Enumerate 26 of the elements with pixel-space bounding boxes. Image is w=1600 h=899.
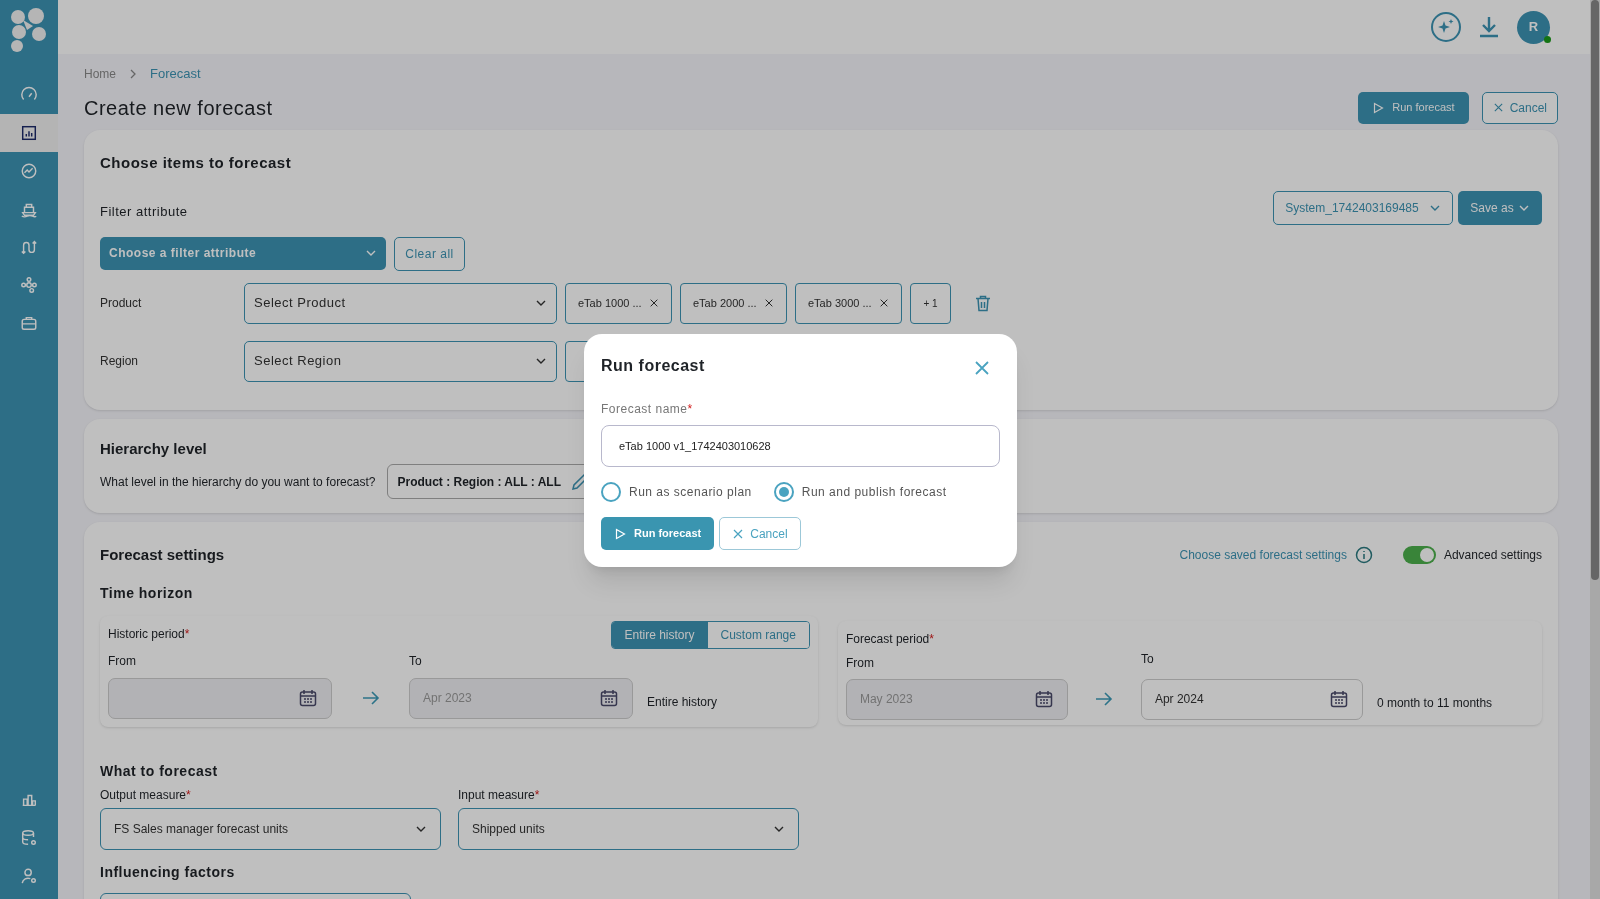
- page-title: Create new forecast: [84, 95, 273, 121]
- filter-attribute-label: Filter attribute: [100, 203, 189, 221]
- subsection-title: Time horizon: [100, 583, 194, 603]
- input-value: eTab 1000 v1_1742403010628: [619, 438, 771, 454]
- section-title: Hierarchy level: [100, 438, 207, 459]
- field-label: From: [108, 652, 137, 670]
- period-note: Entire history: [647, 694, 718, 711]
- field-label: From: [845, 655, 874, 670]
- filter-label: Region: [100, 353, 140, 370]
- subsection-title: What to forecast: [100, 761, 219, 781]
- section-title: Choose items to forecast: [100, 152, 292, 173]
- field-label: To: [1140, 650, 1154, 668]
- advanced-settings-label: Advanced settings: [1443, 547, 1542, 565]
- dialog-title: Run forecast: [601, 356, 705, 376]
- field-label: Input measure*: [458, 786, 541, 804]
- breadcrumb-current: Forecast: [150, 65, 201, 83]
- field-label: Historic period*: [108, 625, 190, 643]
- period-note: 0 month to 11 months: [1376, 695, 1493, 712]
- field-label: Forecast name*: [601, 402, 693, 416]
- filter-label: Product: [100, 295, 143, 312]
- subsection-title: Influencing factors: [100, 862, 236, 882]
- field-label: Forecast period*: [845, 630, 935, 648]
- section-title: Forecast settings: [100, 545, 225, 565]
- field-label: Output measure*: [100, 786, 192, 804]
- hierarchy-question: What level in the hierarchy do you want to forecast?: [100, 473, 376, 491]
- field-label: To: [409, 652, 422, 670]
